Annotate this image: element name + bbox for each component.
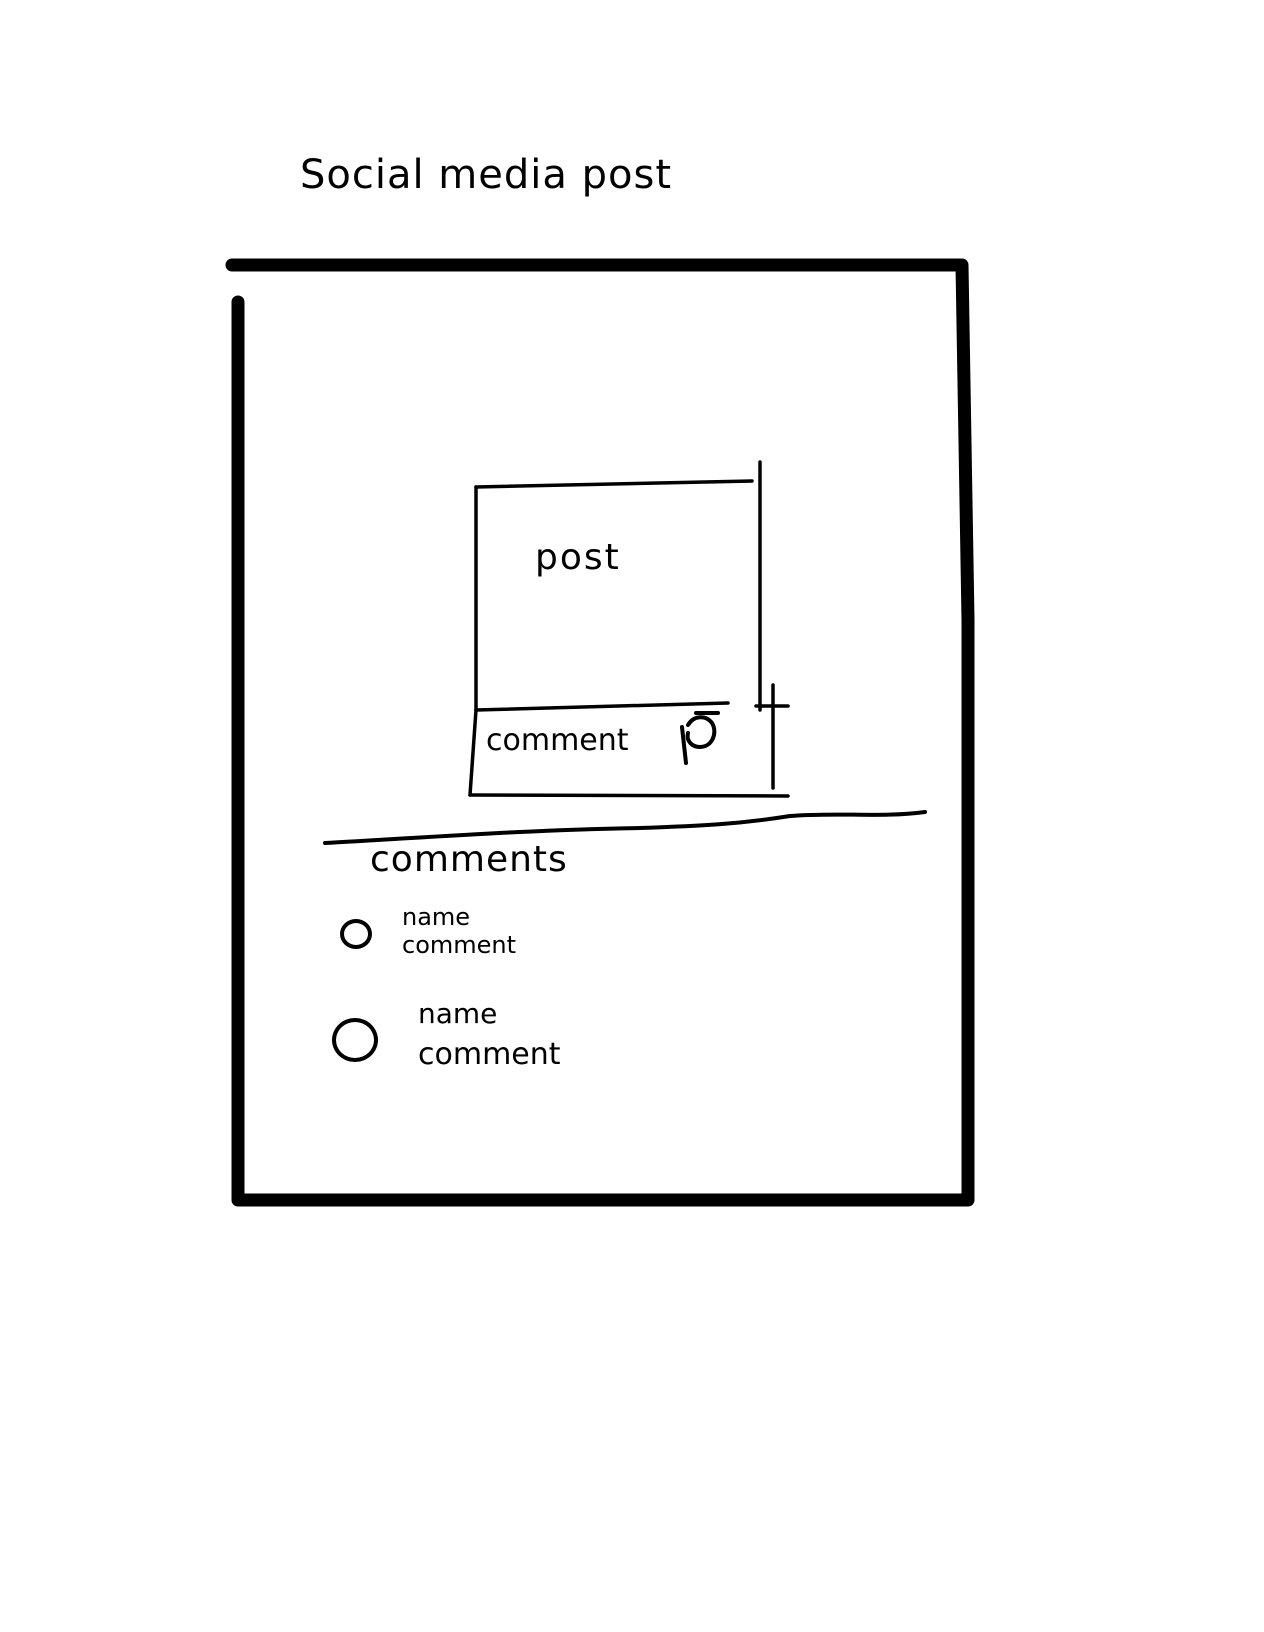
- comment-item: name comment: [332, 1000, 572, 1070]
- comment-text: comment: [402, 931, 517, 959]
- comment-input-placeholder: comment: [486, 723, 629, 758]
- comment-author-name: name: [402, 903, 471, 931]
- send-icon[interactable]: [676, 705, 726, 767]
- comments-heading: comments: [370, 839, 568, 880]
- avatar: [332, 1018, 378, 1062]
- comment-text: comment: [418, 1037, 561, 1072]
- post-content-label: post: [535, 537, 621, 578]
- comment-item: name comment: [340, 905, 560, 965]
- page-title: Social media post: [300, 152, 672, 198]
- post-card: [474, 460, 762, 712]
- sketch-canvas: [225, 258, 975, 1207]
- avatar: [340, 919, 372, 949]
- comment-author-name: name: [418, 997, 498, 1030]
- send-icon-glyph: [680, 711, 720, 765]
